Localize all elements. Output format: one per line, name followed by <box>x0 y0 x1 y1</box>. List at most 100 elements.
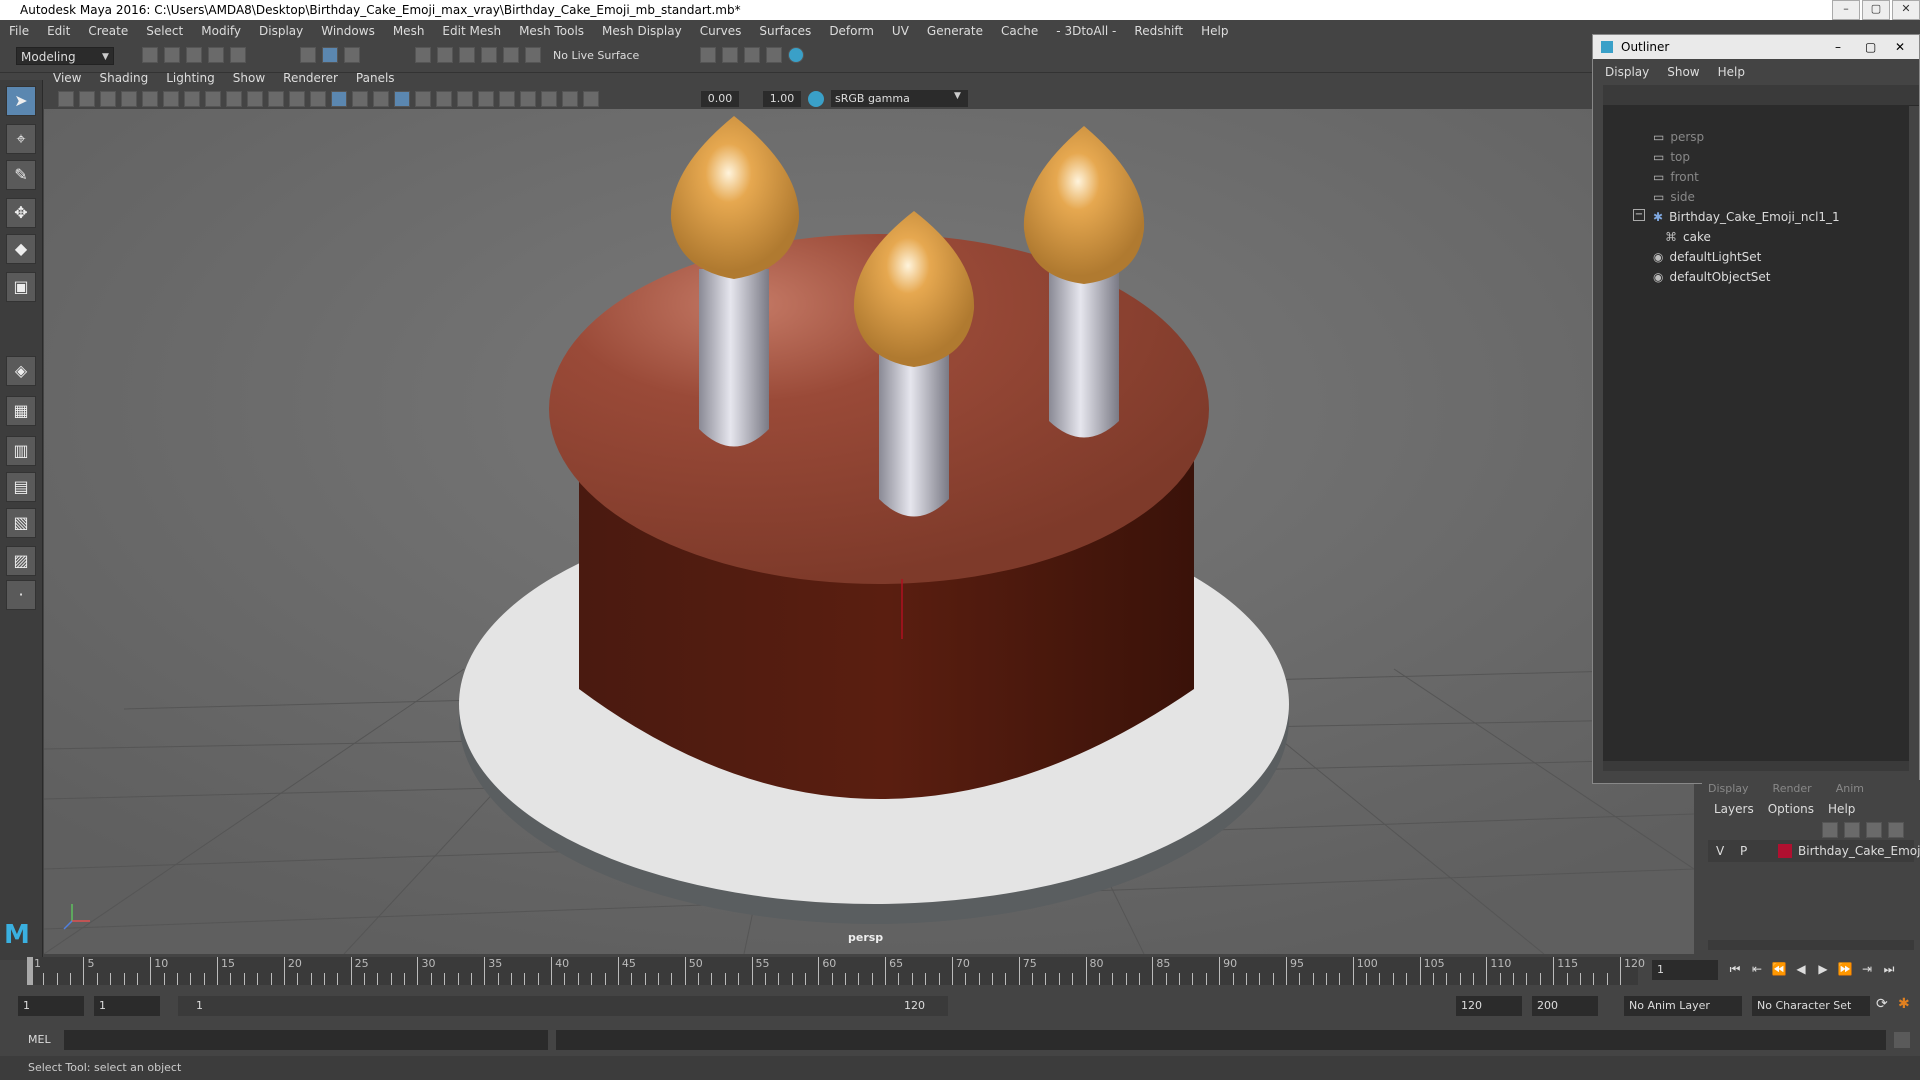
snap-view-icon[interactable] <box>481 47 497 63</box>
lighting-icon[interactable] <box>352 91 368 107</box>
motion-blur-icon[interactable] <box>457 91 473 107</box>
menu-item[interactable]: Windows <box>321 24 375 38</box>
undo-icon[interactable] <box>208 47 224 63</box>
panel-layout-icon[interactable]: ▨ <box>6 546 36 576</box>
panel-menu-item[interactable]: Show <box>233 71 265 89</box>
mode-selector[interactable]: Modeling <box>16 47 114 65</box>
xray-active-icon[interactable] <box>562 91 578 107</box>
menu-item[interactable]: Mesh <box>393 24 425 38</box>
step-forward-key-icon[interactable]: ⇥ <box>1858 960 1876 978</box>
safe-action-icon[interactable] <box>268 91 284 107</box>
panel-menu-item[interactable]: View <box>53 71 81 89</box>
open-scene-icon[interactable] <box>164 47 180 63</box>
image-plane-icon[interactable] <box>100 91 116 107</box>
menu-item[interactable]: Create <box>88 24 128 38</box>
end-time-field[interactable]: 200 <box>1532 996 1598 1016</box>
menu-item[interactable]: Mesh Display <box>602 24 682 38</box>
layer-menu-item[interactable]: Help <box>1828 802 1855 816</box>
outliner-menu-item[interactable]: Display <box>1605 65 1649 79</box>
paint-select-icon[interactable]: ✎ <box>6 160 36 190</box>
maximize-button[interactable]: ▢ <box>1862 0 1890 20</box>
outliner-minimize-icon[interactable]: – <box>1835 35 1841 59</box>
step-back-key-icon[interactable]: ⇤ <box>1748 960 1766 978</box>
resolution-gate-icon[interactable] <box>205 91 221 107</box>
current-time-indicator[interactable] <box>27 957 33 985</box>
color-space-dropdown[interactable]: sRGB gamma <box>831 90 968 107</box>
step-forward-frame-icon[interactable]: ⏩ <box>1836 960 1854 978</box>
collapse-toggle-icon[interactable]: − <box>1633 209 1645 221</box>
layer-hscrollbar[interactable] <box>1708 940 1914 950</box>
menu-item[interactable]: Mesh Tools <box>519 24 584 38</box>
outliner-item[interactable]: ◉ defaultLightSet <box>1653 247 1761 267</box>
menu-item[interactable]: - 3DtoAll - <box>1056 24 1116 38</box>
redo-icon[interactable] <box>230 47 246 63</box>
grid-toggle-icon[interactable] <box>163 91 179 107</box>
viewport[interactable] <box>43 109 1695 955</box>
field-chart-icon[interactable] <box>247 91 263 107</box>
outliner-item[interactable]: ▭ top <box>1653 147 1690 167</box>
layer-menu-item[interactable]: Layers <box>1714 802 1754 816</box>
menu-item[interactable]: Cache <box>1001 24 1038 38</box>
move-tool-icon[interactable]: ✥ <box>6 198 36 228</box>
hypershade-icon[interactable] <box>788 47 804 63</box>
snap-surface-icon[interactable] <box>503 47 519 63</box>
color-management-icon[interactable] <box>808 91 824 107</box>
move-layer-down-icon[interactable] <box>1844 822 1860 838</box>
mel-label[interactable]: MEL <box>28 1033 51 1046</box>
outliner-item[interactable]: ◉ defaultObjectSet <box>1653 267 1771 287</box>
character-set-dropdown[interactable]: No Character Set <box>1752 996 1870 1016</box>
xray-joints-icon[interactable] <box>541 91 557 107</box>
camera-bookmark-icon[interactable] <box>79 91 95 107</box>
rotate-tool-icon[interactable]: ◆ <box>6 234 36 264</box>
gamma-field[interactable]: 1.00 <box>763 91 801 107</box>
play-backward-icon[interactable]: ◀ <box>1792 960 1810 978</box>
auto-key-icon[interactable]: ⟳ <box>1876 996 1892 1012</box>
render-settings-icon[interactable] <box>766 47 782 63</box>
panel-menu-item[interactable]: Panels <box>356 71 395 89</box>
layer-row[interactable]: V P Birthday_Cake_Emoji <box>1708 840 1920 862</box>
xray-icon[interactable] <box>394 91 410 107</box>
outliner-maximize-icon[interactable]: ▢ <box>1865 35 1876 59</box>
outliner-item[interactable]: ▭ front <box>1653 167 1699 187</box>
outliner-menu-item[interactable]: Show <box>1667 65 1699 79</box>
menu-item[interactable]: Edit Mesh <box>442 24 501 38</box>
snap-grid-icon[interactable] <box>415 47 431 63</box>
lasso-tool-icon[interactable]: ⌖ <box>6 124 36 154</box>
shadows-icon[interactable] <box>415 91 431 107</box>
new-scene-icon[interactable] <box>142 47 158 63</box>
layer-tab[interactable]: Anim <box>1836 782 1864 795</box>
outliner-item[interactable]: ▭ side <box>1653 187 1695 207</box>
outliner-item[interactable]: ▭ persp <box>1653 127 1704 147</box>
start-time-field[interactable]: 1 <box>18 996 84 1016</box>
snap-edge-icon[interactable] <box>525 47 541 63</box>
two-pane-icon[interactable]: ▥ <box>6 436 36 466</box>
outliner-hscrollbar[interactable] <box>1603 761 1909 771</box>
go-to-end-icon[interactable]: ⏭ <box>1880 960 1898 978</box>
panel-menu-item[interactable]: Shading <box>99 71 148 89</box>
scale-tool-icon[interactable]: ▣ <box>6 272 36 302</box>
playback-end-field[interactable]: 120 <box>1456 996 1522 1016</box>
panel-menu-item[interactable]: Lighting <box>166 71 215 89</box>
menu-item[interactable]: Display <box>259 24 303 38</box>
outliner-item[interactable]: ✱ Birthday_Cake_Emoji_ncl1_1 <box>1653 207 1840 227</box>
new-layer-icon[interactable] <box>1866 822 1882 838</box>
camera-attrs-icon[interactable] <box>58 91 74 107</box>
smooth-shade-icon[interactable] <box>331 91 347 107</box>
close-button[interactable]: ✕ <box>1892 0 1920 20</box>
current-frame-field[interactable]: 1 <box>1652 960 1718 980</box>
outliner-close-icon[interactable]: ✕ <box>1895 35 1905 59</box>
ipr-render-icon[interactable] <box>744 47 760 63</box>
select-object-icon[interactable] <box>322 47 338 63</box>
anim-layer-dropdown[interactable]: No Anim Layer <box>1624 996 1742 1016</box>
layout-icon[interactable]: ▤ <box>6 472 36 502</box>
outliner-menu-item[interactable]: Help <box>1718 65 1745 79</box>
menu-item[interactable]: Edit <box>47 24 70 38</box>
layer-tab[interactable]: Render <box>1773 782 1812 795</box>
preferences-icon[interactable]: ✱ <box>1898 996 1914 1012</box>
wireframe-icon[interactable] <box>310 91 326 107</box>
script-editor-icon[interactable] <box>1894 1032 1910 1048</box>
four-pane-icon[interactable]: ▦ <box>6 396 36 426</box>
menu-item[interactable]: Generate <box>927 24 983 38</box>
step-back-frame-icon[interactable]: ⏪ <box>1770 960 1788 978</box>
gate-mask-icon[interactable] <box>226 91 242 107</box>
